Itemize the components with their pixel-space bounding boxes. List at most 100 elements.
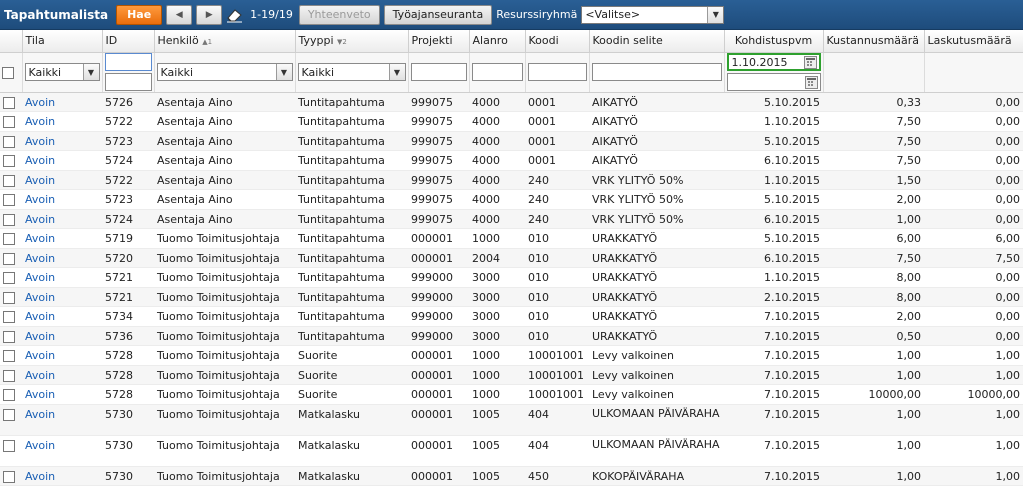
- status-link[interactable]: Avoin: [25, 330, 55, 343]
- calendar-icon[interactable]: [804, 75, 818, 89]
- table-row[interactable]: Avoin 5726 Asentaja Aino Tuntitapahtuma 9990…: [0, 92, 1023, 112]
- id-filter-from-input[interactable]: [104, 53, 152, 71]
- table-row[interactable]: Avoin 5723 Asentaja Aino Tuntitapahtuma 9990…: [0, 131, 1023, 151]
- row-checkbox[interactable]: [3, 155, 15, 167]
- select-all-checkbox[interactable]: [2, 66, 14, 79]
- kohdistuspvm-to-input[interactable]: [726, 73, 821, 91]
- kohdistuspvm-from-input[interactable]: 1.10.2015: [726, 53, 821, 71]
- status-link[interactable]: Avoin: [25, 271, 55, 284]
- row-checkbox[interactable]: [3, 408, 15, 421]
- status-link[interactable]: Avoin: [25, 310, 55, 323]
- table-row[interactable]: Avoin 5724 Asentaja Aino Tuntitapahtuma 9990…: [0, 150, 1023, 171]
- projekti-filter-input[interactable]: [410, 63, 467, 81]
- status-link[interactable]: Avoin: [25, 174, 55, 187]
- status-link[interactable]: Avoin: [25, 252, 55, 265]
- status-link[interactable]: Avoin: [25, 96, 55, 109]
- status-link[interactable]: Avoin: [25, 349, 55, 362]
- calendar-icon[interactable]: [803, 55, 817, 69]
- row-checkbox[interactable]: [3, 194, 15, 206]
- table-row[interactable]: Avoin 5734 Tuomo Toimitusjohtaja Tuntitapah…: [0, 306, 1023, 327]
- status-link[interactable]: Avoin: [25, 408, 55, 421]
- tyyppi-filter-select[interactable]: Kaikki ▼: [297, 63, 406, 81]
- header-projekti[interactable]: Projekti: [408, 30, 470, 53]
- cell-laskutus: 0,00: [924, 326, 1023, 346]
- row-checkbox[interactable]: [3, 272, 15, 284]
- table-row[interactable]: Avoin 5719 Tuomo Toimitusjohtaja Tuntitapah…: [0, 228, 1023, 249]
- status-link[interactable]: Avoin: [25, 439, 55, 452]
- header-kustannusmaara[interactable]: Kustannusmäärä: [823, 30, 925, 53]
- status-link[interactable]: Avoin: [25, 154, 55, 167]
- table-row[interactable]: Avoin 5728 Tuomo Toimitusjohtaja Suorite 000…: [0, 365, 1023, 385]
- table-row[interactable]: Avoin 5728 Tuomo Toimitusjohtaja Suorite 000…: [0, 384, 1023, 405]
- header-id[interactable]: ID: [102, 30, 155, 53]
- row-checkbox[interactable]: [3, 470, 15, 483]
- row-checkbox[interactable]: [3, 174, 15, 187]
- header-laskutusmaara[interactable]: Laskutusmäärä: [924, 30, 1023, 53]
- table-row[interactable]: Avoin 5736 Tuomo Toimitusjohtaja Tuntitapah…: [0, 326, 1023, 346]
- header-henkilo[interactable]: Henkilö ▲1: [154, 30, 296, 53]
- header-tila[interactable]: Tila: [22, 30, 103, 53]
- table-row[interactable]: Avoin 5721 Tuomo Toimitusjohtaja Tuntitapah…: [0, 287, 1023, 307]
- row-checkbox[interactable]: [3, 233, 15, 245]
- cell-kustannus: 8,00: [823, 267, 924, 288]
- resource-group-select[interactable]: <Valitse> ▼: [581, 5, 725, 24]
- table-row[interactable]: Avoin 5728 Tuomo Toimitusjohtaja Suorite 000…: [0, 345, 1023, 366]
- table-row[interactable]: Avoin 5730 Tuomo Toimitusjohtaja Matkalasku…: [0, 466, 1023, 486]
- previous-page-button[interactable]: ◀: [166, 4, 193, 25]
- cell-laskutus: 0,00: [924, 92, 1023, 112]
- status-link[interactable]: Avoin: [25, 232, 55, 245]
- table-row[interactable]: Avoin 5730 Tuomo Toimitusjohtaja Matkalasku…: [0, 404, 1023, 436]
- cell-selite: ULKOMAAN PÄIVÄRAHA MUUTT: [589, 404, 724, 436]
- table-row[interactable]: Avoin 5722 Asentaja Aino Tuntitapahtuma 9990…: [0, 170, 1023, 190]
- table-row[interactable]: Avoin 5721 Tuomo Toimitusjohtaja Tuntitapah…: [0, 267, 1023, 288]
- row-checkbox[interactable]: [3, 350, 15, 362]
- header-koodin-selite[interactable]: Koodin selite: [589, 30, 725, 53]
- status-link[interactable]: Avoin: [25, 291, 55, 304]
- status-link[interactable]: Avoin: [25, 115, 55, 128]
- status-link[interactable]: Avoin: [25, 470, 55, 483]
- row-checkbox[interactable]: [3, 116, 15, 128]
- cell-tyyppi: Suorite: [295, 365, 408, 385]
- henkilo-filter-select[interactable]: Kaikki ▼: [156, 63, 293, 81]
- header-tyyppi[interactable]: Tyyppi ▼2: [295, 30, 409, 53]
- clear-filters-button[interactable]: [226, 6, 244, 24]
- koodin-selite-filter-input[interactable]: [591, 63, 722, 81]
- status-link[interactable]: Avoin: [25, 213, 55, 226]
- koodi-filter-input[interactable]: [527, 63, 587, 81]
- row-checkbox[interactable]: [3, 311, 15, 323]
- header-alanro[interactable]: Alanro: [469, 30, 526, 53]
- row-checkbox[interactable]: [3, 389, 15, 401]
- row-checkbox[interactable]: [3, 213, 15, 226]
- cell-koodi: 010: [525, 306, 589, 327]
- row-checkbox[interactable]: [3, 252, 15, 265]
- status-link[interactable]: Avoin: [25, 193, 55, 206]
- summary-button[interactable]: Yhteenveto: [298, 4, 380, 25]
- header-kohdistuspvm[interactable]: Kohdistuspvm: [724, 30, 824, 53]
- cell-id: 5728: [102, 365, 154, 385]
- alanro-filter-input[interactable]: [471, 63, 523, 81]
- cell-id: 5724: [102, 150, 154, 171]
- id-filter-to-input[interactable]: [104, 73, 152, 91]
- row-checkbox[interactable]: [3, 96, 15, 109]
- time-tracking-button[interactable]: Työajanseuranta: [383, 4, 493, 25]
- next-page-button[interactable]: ▶: [196, 4, 223, 25]
- row-checkbox[interactable]: [3, 330, 15, 343]
- row-checkbox[interactable]: [3, 135, 15, 148]
- table-row[interactable]: Avoin 5730 Tuomo Toimitusjohtaja Matkalasku…: [0, 435, 1023, 467]
- row-checkbox[interactable]: [3, 291, 15, 304]
- cell-pvm: 7.10.2015: [724, 435, 823, 467]
- table-row[interactable]: Avoin 5723 Asentaja Aino Tuntitapahtuma 9990…: [0, 189, 1023, 210]
- cell-alanro: 3000: [469, 287, 525, 307]
- status-link[interactable]: Avoin: [25, 388, 55, 401]
- row-checkbox[interactable]: [3, 439, 15, 452]
- cell-selite: VRK YLITYÖ 50%: [589, 170, 724, 190]
- table-row[interactable]: Avoin 5720 Tuomo Toimitusjohtaja Tuntitapah…: [0, 248, 1023, 268]
- tila-filter-select[interactable]: Kaikki ▼: [24, 63, 100, 81]
- header-koodi[interactable]: Koodi: [525, 30, 590, 53]
- table-row[interactable]: Avoin 5724 Asentaja Aino Tuntitapahtuma 9990…: [0, 209, 1023, 229]
- status-link[interactable]: Avoin: [25, 135, 55, 148]
- status-link[interactable]: Avoin: [25, 369, 55, 382]
- table-row[interactable]: Avoin 5722 Asentaja Aino Tuntitapahtuma 9990…: [0, 111, 1023, 132]
- row-checkbox[interactable]: [3, 369, 15, 382]
- search-button[interactable]: Hae: [116, 4, 163, 25]
